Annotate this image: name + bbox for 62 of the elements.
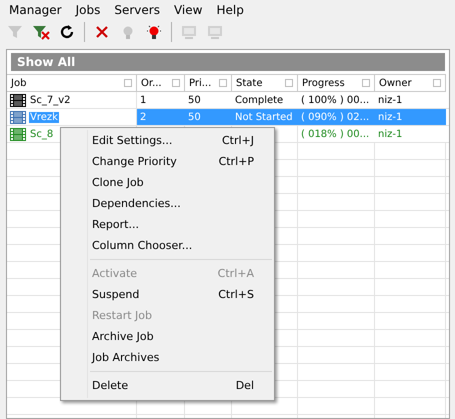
shortcut-label: Del xyxy=(236,379,254,392)
menu-item[interactable]: Report... xyxy=(61,214,274,235)
film-icon xyxy=(10,128,26,140)
column-header[interactable]: Job xyxy=(7,74,137,92)
filter-icon xyxy=(7,24,23,40)
column-header[interactable]: State xyxy=(232,74,298,92)
table-cell: Not Started xyxy=(232,109,298,125)
table-cell: Sc_7_v2 xyxy=(29,94,72,106)
menu-item[interactable]: Suspend Ctrl+S xyxy=(61,284,274,305)
film-icon xyxy=(10,110,26,124)
monitor-icon xyxy=(181,24,197,40)
menu-item-label: Activate xyxy=(92,267,138,280)
menu-item-label: Clone Job xyxy=(92,176,144,189)
column-header[interactable]: Progress xyxy=(298,74,375,92)
column-menu-icon[interactable] xyxy=(362,79,370,87)
menu-item[interactable]: Change Priority Ctrl+P xyxy=(61,151,274,172)
shortcut-label: Ctrl+J xyxy=(222,134,254,147)
shortcut-label: Ctrl+P xyxy=(218,155,254,168)
column-header[interactable]: Or... xyxy=(137,74,185,92)
menu-item-label: Archive Job xyxy=(92,330,154,343)
menu-item[interactable]: Job Archives xyxy=(61,347,274,368)
bulb-icon xyxy=(146,24,162,40)
table-cell: Vrezk xyxy=(29,112,59,122)
table-cell: ( 090% ) 02... xyxy=(298,109,375,125)
delete-icon xyxy=(95,25,109,39)
film-icon xyxy=(10,94,26,106)
menu-item[interactable]: Archive Job xyxy=(61,326,274,347)
menu-item[interactable]: Column Chooser... xyxy=(61,235,274,256)
menu-item-label: Delete xyxy=(92,379,128,392)
shortcut-label: Ctrl+A xyxy=(218,267,254,280)
column-header[interactable]: Pri... xyxy=(185,74,232,92)
menu-item-label: Job Archives xyxy=(92,351,160,364)
menu-item[interactable]: Edit Settings... Ctrl+J xyxy=(61,130,274,151)
shortcut-label: Ctrl+S xyxy=(218,288,254,301)
menu-title[interactable]: Jobs xyxy=(68,2,108,16)
menu-title[interactable]: Servers xyxy=(107,2,167,16)
column-menu-icon[interactable] xyxy=(124,79,132,87)
menu-item-label: Column Chooser... xyxy=(92,239,192,252)
table-cell: 50 xyxy=(185,109,232,125)
table-cell: Sc_8 xyxy=(29,128,54,140)
column-menu-icon[interactable] xyxy=(433,79,441,87)
column-menu-icon[interactable] xyxy=(285,79,293,87)
table-cell: 2 xyxy=(137,109,185,125)
menu-item[interactable]: Dependencies... xyxy=(61,193,274,214)
monitor-icon xyxy=(207,24,223,40)
menu-item-label: Report... xyxy=(92,218,139,231)
menu-title[interactable]: Manager xyxy=(2,2,69,16)
column-menu-icon[interactable] xyxy=(172,79,180,87)
menu-item-label: Dependencies... xyxy=(92,197,181,210)
menu-item-label: Restart Job xyxy=(92,309,152,322)
menu-title[interactable]: Help xyxy=(209,2,251,16)
menu-item-label: Change Priority xyxy=(92,155,177,168)
column-header[interactable]: Owner xyxy=(375,74,446,92)
table-cell: niz-1 xyxy=(375,109,446,125)
menu-title[interactable]: View xyxy=(166,2,210,16)
menu-item[interactable]: Delete Del xyxy=(61,375,274,396)
menu-item-label: Edit Settings... xyxy=(92,134,172,147)
filter-clear-icon xyxy=(32,24,50,40)
menu-item-label: Suspend xyxy=(92,288,140,301)
refresh-icon xyxy=(59,24,75,40)
column-menu-icon[interactable] xyxy=(219,79,227,87)
menu-item[interactable]: Clone Job xyxy=(61,172,274,193)
